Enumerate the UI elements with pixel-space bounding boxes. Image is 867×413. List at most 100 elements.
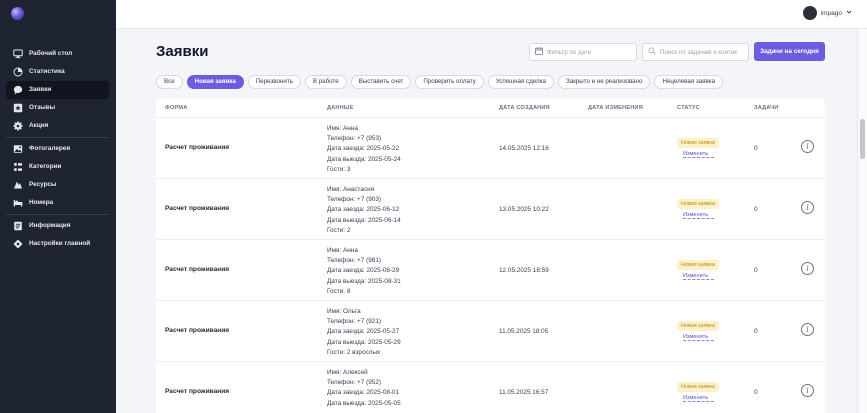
tasks-count: 0 bbox=[754, 206, 758, 213]
sidebar-item-home-settings[interactable]: Настройки главной bbox=[6, 235, 109, 253]
data-line: Гости: 2 взрослых bbox=[327, 348, 381, 356]
tab-call-back[interactable]: Перезвонить bbox=[247, 75, 301, 89]
sidebar-item-information[interactable]: Информация bbox=[6, 217, 109, 235]
status-cell: Новая заявка Изменить bbox=[677, 321, 719, 341]
info-icon[interactable]: i bbox=[801, 140, 814, 153]
change-status-link[interactable]: Изменить bbox=[683, 273, 714, 280]
column-header-form[interactable]: ФОРМА bbox=[165, 105, 187, 111]
user-menu[interactable]: impago bbox=[802, 6, 852, 20]
data-line: Дата заезда: 2025-06-12 bbox=[327, 206, 400, 214]
request-data: Имя: Ольга Телефон: +7 (921) Дата заезда… bbox=[327, 307, 401, 358]
sidebar-item-promo[interactable]: Акция bbox=[6, 117, 109, 135]
bed-icon bbox=[13, 198, 23, 208]
info-icon[interactable]: i bbox=[801, 262, 814, 275]
tab-check-payment[interactable]: Проверить оплату bbox=[415, 75, 484, 89]
info-icon[interactable]: i bbox=[801, 384, 814, 397]
data-line: Дата заезда: 2025-08-29 bbox=[327, 267, 400, 275]
sidebar-item-reviews[interactable]: Отзывы bbox=[6, 99, 109, 117]
sidebar-item-label: Отзывы bbox=[29, 104, 56, 111]
user-name: impago bbox=[820, 9, 842, 17]
sidebar-item-label: Акция bbox=[29, 122, 49, 129]
sidebar-item-label: Фотогалерея bbox=[29, 145, 71, 152]
sidebar-item-categories[interactable]: Категории bbox=[6, 158, 109, 176]
table-row[interactable]: Расчет проживания Имя: Анна Телефон: +7 … bbox=[156, 118, 825, 179]
table-header: ФОРМА ДАННЫЕ ДАТА СОЗДАНИЯ ДАТА ИЗМЕНЕНИ… bbox=[156, 99, 825, 118]
pie-chart-icon bbox=[13, 67, 23, 77]
scrollbar-thumb[interactable] bbox=[860, 119, 865, 159]
change-status-link[interactable]: Изменить bbox=[683, 151, 714, 158]
table-row[interactable]: Расчет проживания Имя: Ольга Телефон: +7… bbox=[156, 301, 825, 362]
categories-icon bbox=[13, 162, 23, 172]
status-badge: Новая заявка bbox=[677, 260, 719, 270]
tasks-count: 0 bbox=[754, 145, 758, 152]
form-name: Расчет проживания bbox=[165, 266, 230, 273]
tab-closed-not-realized[interactable]: Закрыто и не реализовано bbox=[557, 75, 651, 89]
table-row[interactable]: Расчет проживания Имя: Анна Телефон: +7 … bbox=[156, 240, 825, 301]
column-header-tasks[interactable]: ЗАДАЧИ bbox=[754, 105, 779, 111]
status-badge: Новая заявка bbox=[677, 382, 719, 392]
sidebar-item-requests[interactable]: Заявки bbox=[6, 81, 109, 99]
date-filter-placeholder: Фильтр по дате bbox=[547, 48, 592, 56]
request-data: Имя: Анна Телефон: +7 (981) Дата заезда:… bbox=[327, 246, 401, 297]
column-header-status[interactable]: СТАТУС bbox=[677, 105, 700, 111]
data-line: Имя: Анна bbox=[327, 247, 358, 254]
info-icon[interactable]: i bbox=[801, 323, 814, 336]
date-filter-input[interactable]: Фильтр по дате bbox=[529, 43, 637, 61]
data-line: Дата выезда: 2025-06-14 bbox=[327, 216, 401, 224]
chevron-down-icon bbox=[846, 9, 852, 17]
data-line: Дата заезда: 2025-08-01 bbox=[327, 389, 400, 397]
chat-bubble-icon bbox=[13, 85, 23, 95]
change-status-link[interactable]: Изменить bbox=[683, 212, 714, 219]
change-status-link[interactable]: Изменить bbox=[683, 395, 714, 402]
search-placeholder: Поиск по задачам и контак bbox=[660, 48, 737, 56]
avatar bbox=[802, 6, 817, 20]
calendar-icon bbox=[535, 47, 543, 57]
monitor-icon bbox=[13, 49, 23, 59]
app-logo[interactable] bbox=[11, 7, 24, 20]
status-badge: Новая заявка bbox=[677, 199, 719, 209]
data-line: Дата выезда: 2025-05-05 bbox=[327, 399, 401, 407]
scrollbar[interactable] bbox=[857, 29, 867, 413]
search-input[interactable]: Поиск по задачам и контак bbox=[642, 43, 749, 61]
created-date: 14.05.2025 12:16 bbox=[499, 145, 549, 152]
sidebar-item-label: Заявки bbox=[29, 86, 52, 93]
data-line: Имя: Алексей bbox=[327, 369, 368, 376]
info-icon[interactable]: i bbox=[801, 201, 814, 214]
sidebar-item-label: Ресурсы bbox=[29, 181, 57, 188]
column-header-modified[interactable]: ДАТА ИЗМЕНЕНИЯ bbox=[588, 105, 643, 111]
data-line: Телефон: +7 (952) bbox=[327, 379, 382, 387]
tab-all[interactable]: Все bbox=[156, 75, 183, 89]
data-line: Дата выезда: 2025-05-29 bbox=[327, 338, 401, 346]
page-title: Заявки bbox=[156, 43, 209, 60]
change-status-link[interactable]: Изменить bbox=[683, 334, 714, 341]
form-name: Расчет проживания bbox=[165, 388, 230, 395]
sidebar-item-gallery[interactable]: Фотогалерея bbox=[6, 140, 109, 158]
tasks-count: 0 bbox=[754, 389, 758, 396]
table-row[interactable]: Расчет проживания Имя: Алексей Телефон: … bbox=[156, 362, 825, 413]
sidebar-item-statistics[interactable]: Статистика bbox=[6, 63, 109, 81]
sidebar-item-dashboard[interactable]: Рабочий стол bbox=[6, 45, 109, 63]
tab-new-request[interactable]: Новая заявка bbox=[186, 75, 244, 89]
data-line: Телефон: +7 (903) bbox=[327, 196, 382, 204]
data-line: Гости: 8 bbox=[327, 287, 351, 295]
created-date: 13.05.2025 10:22 bbox=[499, 206, 549, 213]
request-data: Имя: Алексей Телефон: +7 (952) Дата заез… bbox=[327, 368, 401, 409]
status-badge: Новая заявка bbox=[677, 321, 719, 331]
data-line: Гости: 2 bbox=[327, 226, 351, 234]
sidebar-nav: Рабочий стол Статистика Заявки Отзывы Ак… bbox=[6, 45, 109, 253]
sidebar-item-label: Информация bbox=[29, 222, 71, 229]
tasks-today-button[interactable]: Задачи на сегодня bbox=[754, 42, 825, 61]
sidebar-item-rooms[interactable]: Номера bbox=[6, 194, 109, 212]
tab-successful-deal[interactable]: Успешная сделка bbox=[487, 75, 554, 89]
tab-issue-invoice[interactable]: Выставить счет bbox=[350, 75, 412, 89]
tab-in-progress[interactable]: В работе bbox=[304, 75, 347, 89]
created-date: 11.05.2025 16:57 bbox=[499, 389, 549, 396]
table-row[interactable]: Расчет проживания Имя: Анастасия Телефон… bbox=[156, 179, 825, 240]
column-header-created[interactable]: ДАТА СОЗДАНИЯ bbox=[499, 105, 550, 111]
column-header-data[interactable]: ДАННЫЕ bbox=[327, 105, 354, 111]
sidebar-item-label: Статистика bbox=[29, 68, 65, 75]
gear-percent-icon bbox=[13, 121, 23, 131]
tab-non-target[interactable]: Нецелевая заявка bbox=[654, 75, 724, 89]
sidebar-item-resources[interactable]: Ресурсы bbox=[6, 176, 109, 194]
resources-icon bbox=[13, 180, 23, 190]
